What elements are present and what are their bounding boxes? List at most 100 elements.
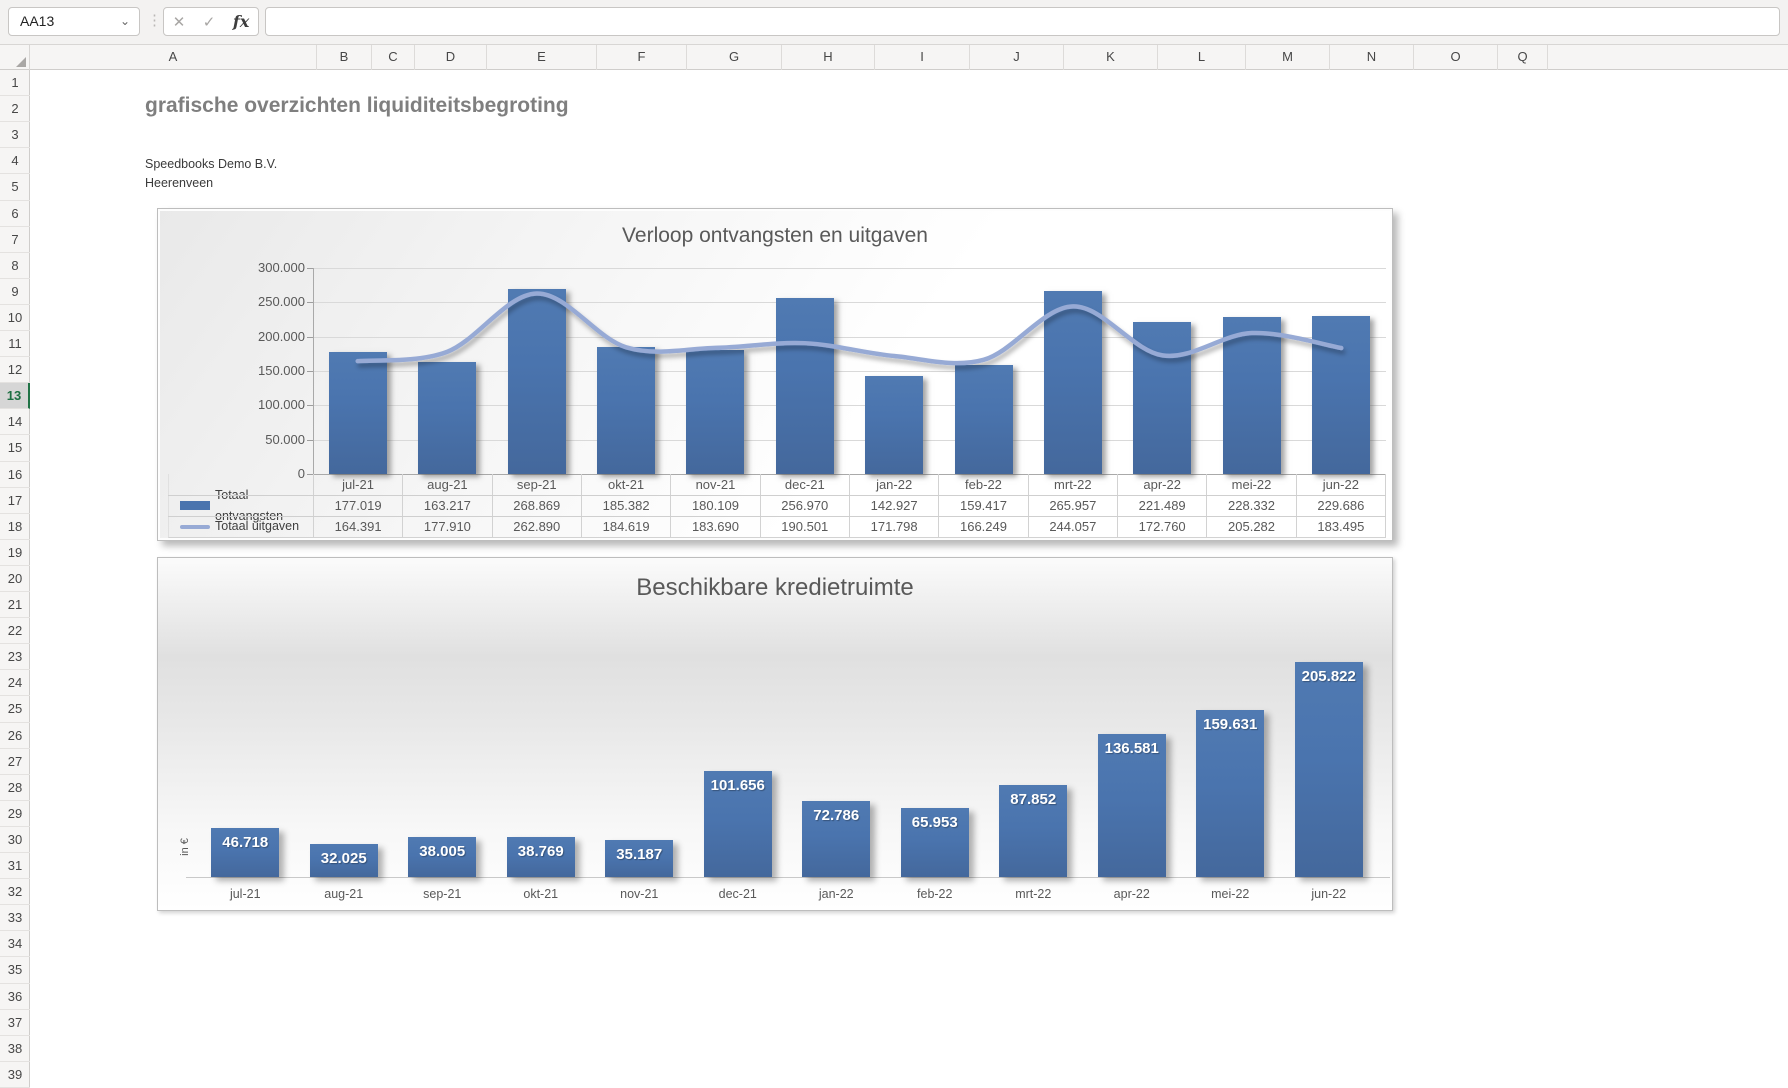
row-header-13[interactable]: 13 (0, 383, 30, 409)
column-header-F[interactable]: F (597, 45, 687, 70)
row-header-8[interactable]: 8 (0, 253, 30, 279)
row-header-24[interactable]: 24 (0, 670, 30, 696)
bar-krediet-mei-22[interactable] (1196, 710, 1264, 877)
month-label-jun-22: jun-22 (1280, 887, 1379, 901)
bar-ontvangsten-jan-22[interactable] (865, 376, 923, 474)
column-header-D[interactable]: D (415, 45, 487, 70)
bar-ontvangsten-jul-21[interactable] (329, 352, 387, 474)
worksheet-area[interactable]: grafische overzichten liquiditeitsbegrot… (30, 70, 1788, 1088)
row-header-33[interactable]: 33 (0, 905, 30, 931)
row-header-27[interactable]: 27 (0, 749, 30, 775)
row-header-3[interactable]: 3 (0, 122, 30, 148)
value-totaal-ontvangsten-feb-22: 159.417 (939, 495, 1028, 516)
column-header-I[interactable]: I (875, 45, 970, 70)
bar-ontvangsten-mrt-22[interactable] (1044, 291, 1102, 474)
formula-input[interactable] (265, 7, 1780, 36)
excel-window: AA13 ⌄ ⋮ ✕ ✓ fx ABCDEFGHIJKLMNOQ 1234567… (0, 0, 1788, 1088)
column-header-H[interactable]: H (782, 45, 875, 70)
chart-kredietruimte[interactable]: Beschikbare kredietruimte in €46.718jul-… (157, 557, 1393, 911)
legend-ontvangsten: Totaal ontvangsten (169, 495, 314, 516)
column-header-K[interactable]: K (1064, 45, 1158, 70)
y-axis-label: 100.000 (213, 397, 305, 412)
column-header-O[interactable]: O (1414, 45, 1498, 70)
column-header-Q[interactable]: Q (1498, 45, 1548, 70)
row-header-15[interactable]: 15 (0, 435, 30, 461)
row-header-9[interactable]: 9 (0, 279, 30, 305)
row-header-20[interactable]: 20 (0, 566, 30, 592)
y-axis-label: 250.000 (213, 294, 305, 309)
row-header-1[interactable]: 1 (0, 70, 30, 96)
row-header-32[interactable]: 32 (0, 879, 30, 905)
value-totaal-ontvangsten-jul-21: 177.019 (314, 495, 403, 516)
row-header-2[interactable]: 2 (0, 96, 30, 122)
column-header-J[interactable]: J (970, 45, 1064, 70)
select-all-button[interactable] (0, 45, 30, 70)
value-totaal-uitgaven-mrt-22: 244.057 (1029, 516, 1118, 537)
legend-uitgaven: Totaal uitgaven (169, 516, 314, 537)
row-header-6[interactable]: 6 (0, 201, 30, 227)
row-header-26[interactable]: 26 (0, 723, 30, 749)
row-header-21[interactable]: 21 (0, 592, 30, 618)
bar-ontvangsten-apr-22[interactable] (1133, 322, 1191, 474)
row-header-12[interactable]: 12 (0, 357, 30, 383)
row-header-16[interactable]: 16 (0, 462, 30, 488)
value-totaal-uitgaven-aug-21: 177.910 (403, 516, 492, 537)
bar-ontvangsten-feb-22[interactable] (955, 365, 1013, 474)
row-header-4[interactable]: 4 (0, 148, 30, 174)
row-header-19[interactable]: 19 (0, 540, 30, 566)
bar-ontvangsten-mei-22[interactable] (1223, 317, 1281, 474)
row-header-5[interactable]: 5 (0, 174, 30, 200)
bar-ontvangsten-jun-22[interactable] (1312, 316, 1370, 474)
row-header-35[interactable]: 35 (0, 957, 30, 983)
column-header-M[interactable]: M (1246, 45, 1330, 70)
row-header-36[interactable]: 36 (0, 984, 30, 1010)
column-header-A[interactable]: A (30, 45, 317, 70)
row-header-34[interactable]: 34 (0, 931, 30, 957)
row-header-11[interactable]: 11 (0, 331, 30, 357)
month-label-jan-22: jan-22 (787, 887, 886, 901)
bar-ontvangsten-okt-21[interactable] (597, 347, 655, 474)
row-header-37[interactable]: 37 (0, 1010, 30, 1036)
legend-bar-swatch (180, 501, 210, 510)
row-header-31[interactable]: 31 (0, 853, 30, 879)
bar-data-label: 38.005 (387, 843, 497, 860)
bar-ontvangsten-dec-21[interactable] (776, 298, 834, 474)
row-header-22[interactable]: 22 (0, 618, 30, 644)
column-header-C[interactable]: C (372, 45, 415, 70)
row-header-23[interactable]: 23 (0, 644, 30, 670)
row-header-38[interactable]: 38 (0, 1036, 30, 1062)
row-header-10[interactable]: 10 (0, 305, 30, 331)
row-header-14[interactable]: 14 (0, 409, 30, 435)
sheet-title-text: grafische overzichten liquiditeitsbegrot… (145, 94, 569, 118)
name-box[interactable]: AA13 ⌄ (8, 7, 140, 36)
column-header-N[interactable]: N (1330, 45, 1414, 70)
bar-data-label: 38.769 (486, 843, 596, 860)
chevron-down-icon[interactable]: ⌄ (120, 8, 130, 35)
column-header-L[interactable]: L (1158, 45, 1246, 70)
bar-ontvangsten-nov-21[interactable] (686, 350, 744, 474)
row-header-18[interactable]: 18 (0, 514, 30, 540)
row-header-30[interactable]: 30 (0, 827, 30, 853)
chart-ontvangsten-uitgaven[interactable]: Verloop ontvangsten en uitgaven 300.0002… (157, 208, 1393, 541)
row-header-17[interactable]: 17 (0, 488, 30, 514)
value-totaal-ontvangsten-sep-21: 268.869 (493, 495, 582, 516)
cancel-icon[interactable]: ✕ (173, 13, 186, 31)
row-header-29[interactable]: 29 (0, 801, 30, 827)
row-header-7[interactable]: 7 (0, 227, 30, 253)
row-header-39[interactable]: 39 (0, 1062, 30, 1088)
row-header-28[interactable]: 28 (0, 775, 30, 801)
value-totaal-uitgaven-sep-21: 262.890 (493, 516, 582, 537)
column-header-B[interactable]: B (317, 45, 372, 70)
row-header-25[interactable]: 25 (0, 696, 30, 722)
y-axis-title: in € (179, 838, 191, 856)
gridline-250000 (313, 302, 1386, 303)
bar-ontvangsten-aug-21[interactable] (418, 362, 476, 474)
column-header-G[interactable]: G (687, 45, 782, 70)
bar-ontvangsten-sep-21[interactable] (508, 289, 566, 474)
bar-data-label: 32.025 (289, 850, 399, 867)
column-header-E[interactable]: E (487, 45, 597, 70)
bar-krediet-jun-22[interactable] (1295, 662, 1363, 877)
month-label-apr-22: apr-22 (1083, 887, 1182, 901)
confirm-icon[interactable]: ✓ (203, 13, 216, 31)
insert-function-icon[interactable]: fx (233, 12, 249, 31)
